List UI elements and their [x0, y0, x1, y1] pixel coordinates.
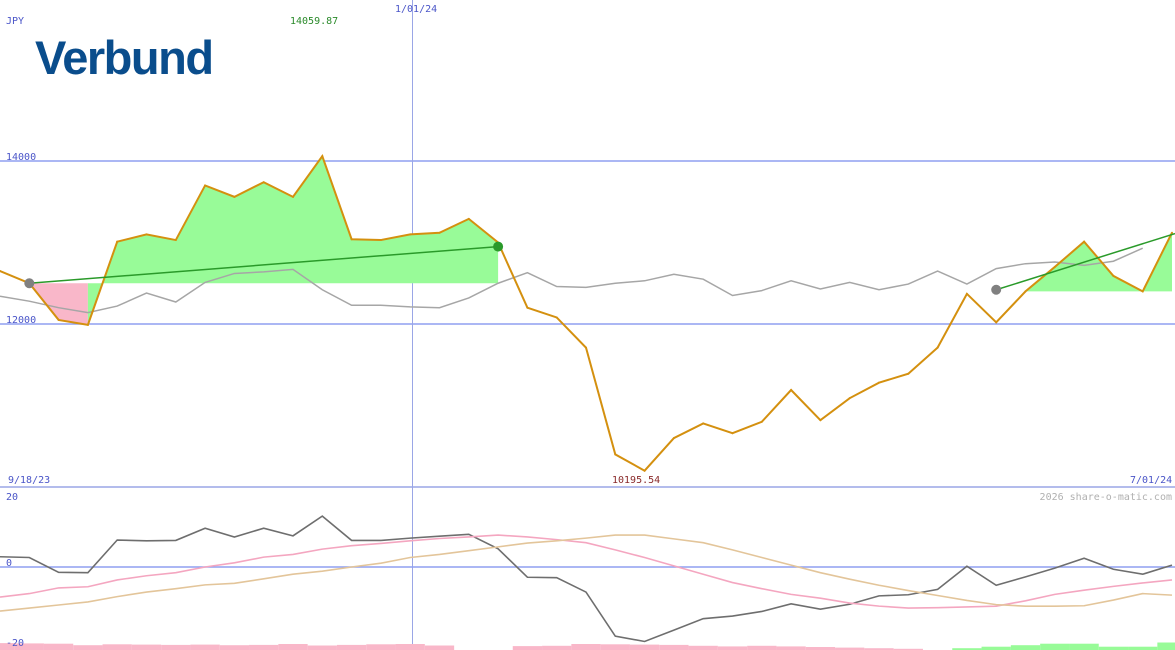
oscillator-panel — [0, 515, 1175, 650]
osc-histogram-bar — [776, 646, 806, 650]
osc-histogram-bar — [659, 644, 689, 650]
osc-histogram-bar — [395, 644, 425, 650]
osc-histogram-bar — [600, 644, 630, 650]
y-tick-label: 14000 — [6, 152, 36, 163]
osc-histogram-bar — [571, 644, 601, 650]
watermark: 2026 share-o-matic.com — [1040, 492, 1172, 503]
osc-histogram-bar — [278, 644, 308, 650]
price-point — [379, 239, 382, 242]
gain-area — [87, 156, 499, 325]
price-point — [526, 306, 529, 309]
max-value-label: 14059.87 — [290, 16, 338, 27]
osc-histogram-bar — [747, 645, 777, 650]
price-point — [262, 181, 265, 184]
oscillator-line — [0, 534, 1173, 609]
osc-histogram-bar — [366, 644, 396, 650]
price-point — [204, 184, 207, 187]
price-point — [86, 323, 89, 326]
x-tick-label: 9/18/23 — [8, 475, 50, 486]
price-point — [878, 381, 880, 384]
osc-histogram-bar — [102, 644, 132, 650]
price-point — [1171, 231, 1173, 234]
chart-labels: JPY 14059.87 1/01/24 14000 12000 9/18/23… — [6, 4, 1172, 649]
osc-histogram-bar — [307, 645, 337, 650]
price-point — [731, 432, 734, 435]
osc-histogram-bar — [512, 646, 543, 650]
osc-tick-label: -20 — [6, 638, 24, 649]
osc-histogram-bar — [161, 644, 191, 650]
price-point — [672, 437, 675, 440]
price-point — [233, 195, 236, 198]
price-point — [936, 346, 939, 349]
price-point — [585, 346, 587, 349]
price-point — [292, 195, 294, 198]
price-point — [643, 469, 646, 472]
osc-histogram-bar — [1010, 645, 1041, 650]
osc-histogram-bar — [1069, 643, 1099, 650]
company-logo: Verbund — [35, 31, 213, 84]
price-point — [145, 233, 148, 236]
price-point — [555, 316, 558, 319]
price-point — [614, 453, 617, 456]
price-point — [995, 321, 998, 324]
x-tick-label: 7/01/24 — [1130, 475, 1172, 486]
price-point — [467, 217, 470, 220]
price-point — [174, 239, 177, 242]
price-point — [1112, 274, 1115, 277]
osc-histogram-bar — [1040, 643, 1070, 650]
osc-histogram-bar — [1157, 642, 1175, 650]
price-point — [116, 240, 119, 243]
price-panel — [0, 0, 1175, 650]
osc-histogram-bar — [717, 646, 748, 650]
osc-tick-label: 20 — [6, 492, 18, 503]
trend-start-marker — [991, 284, 1002, 295]
osc-histogram-bar — [542, 645, 572, 650]
price-point — [350, 238, 353, 241]
y-tick-label: 12000 — [6, 315, 36, 326]
currency-label: JPY — [6, 16, 24, 27]
trend-end-marker — [493, 241, 504, 252]
price-point — [321, 155, 324, 158]
osc-histogram-bar — [629, 644, 660, 650]
price-point — [1141, 290, 1144, 293]
price-point — [790, 389, 793, 392]
price-point — [907, 372, 910, 375]
price-point — [409, 233, 412, 236]
osc-histogram-bar — [73, 645, 103, 650]
osc-histogram-bar — [249, 644, 279, 650]
trend-start-marker — [24, 278, 35, 289]
price-point — [848, 397, 851, 400]
min-value-label: 10195.54 — [612, 475, 660, 486]
price-point — [760, 420, 763, 423]
x-tick-label: 1/01/24 — [395, 4, 437, 15]
osc-histogram-bar — [336, 644, 367, 650]
price-point — [702, 422, 705, 425]
oscillator-line — [0, 515, 1173, 643]
price-point — [965, 292, 968, 295]
price-point — [819, 419, 822, 422]
price-point — [1024, 290, 1027, 293]
osc-histogram-bar — [131, 644, 162, 650]
osc-tick-label: 0 — [6, 558, 12, 569]
price-point — [438, 231, 441, 234]
price-point — [1083, 240, 1086, 243]
price-point — [57, 318, 60, 321]
stock-chart: JPY 14059.87 1/01/24 14000 12000 9/18/23… — [0, 0, 1175, 650]
osc-histogram-bar — [190, 644, 220, 650]
price-point — [1053, 265, 1056, 268]
osc-histogram-bar — [424, 645, 455, 650]
price-line — [0, 153, 1173, 472]
osc-histogram-bar — [219, 645, 250, 650]
osc-histogram-bar — [43, 643, 74, 650]
osc-histogram-bar — [688, 645, 718, 650]
